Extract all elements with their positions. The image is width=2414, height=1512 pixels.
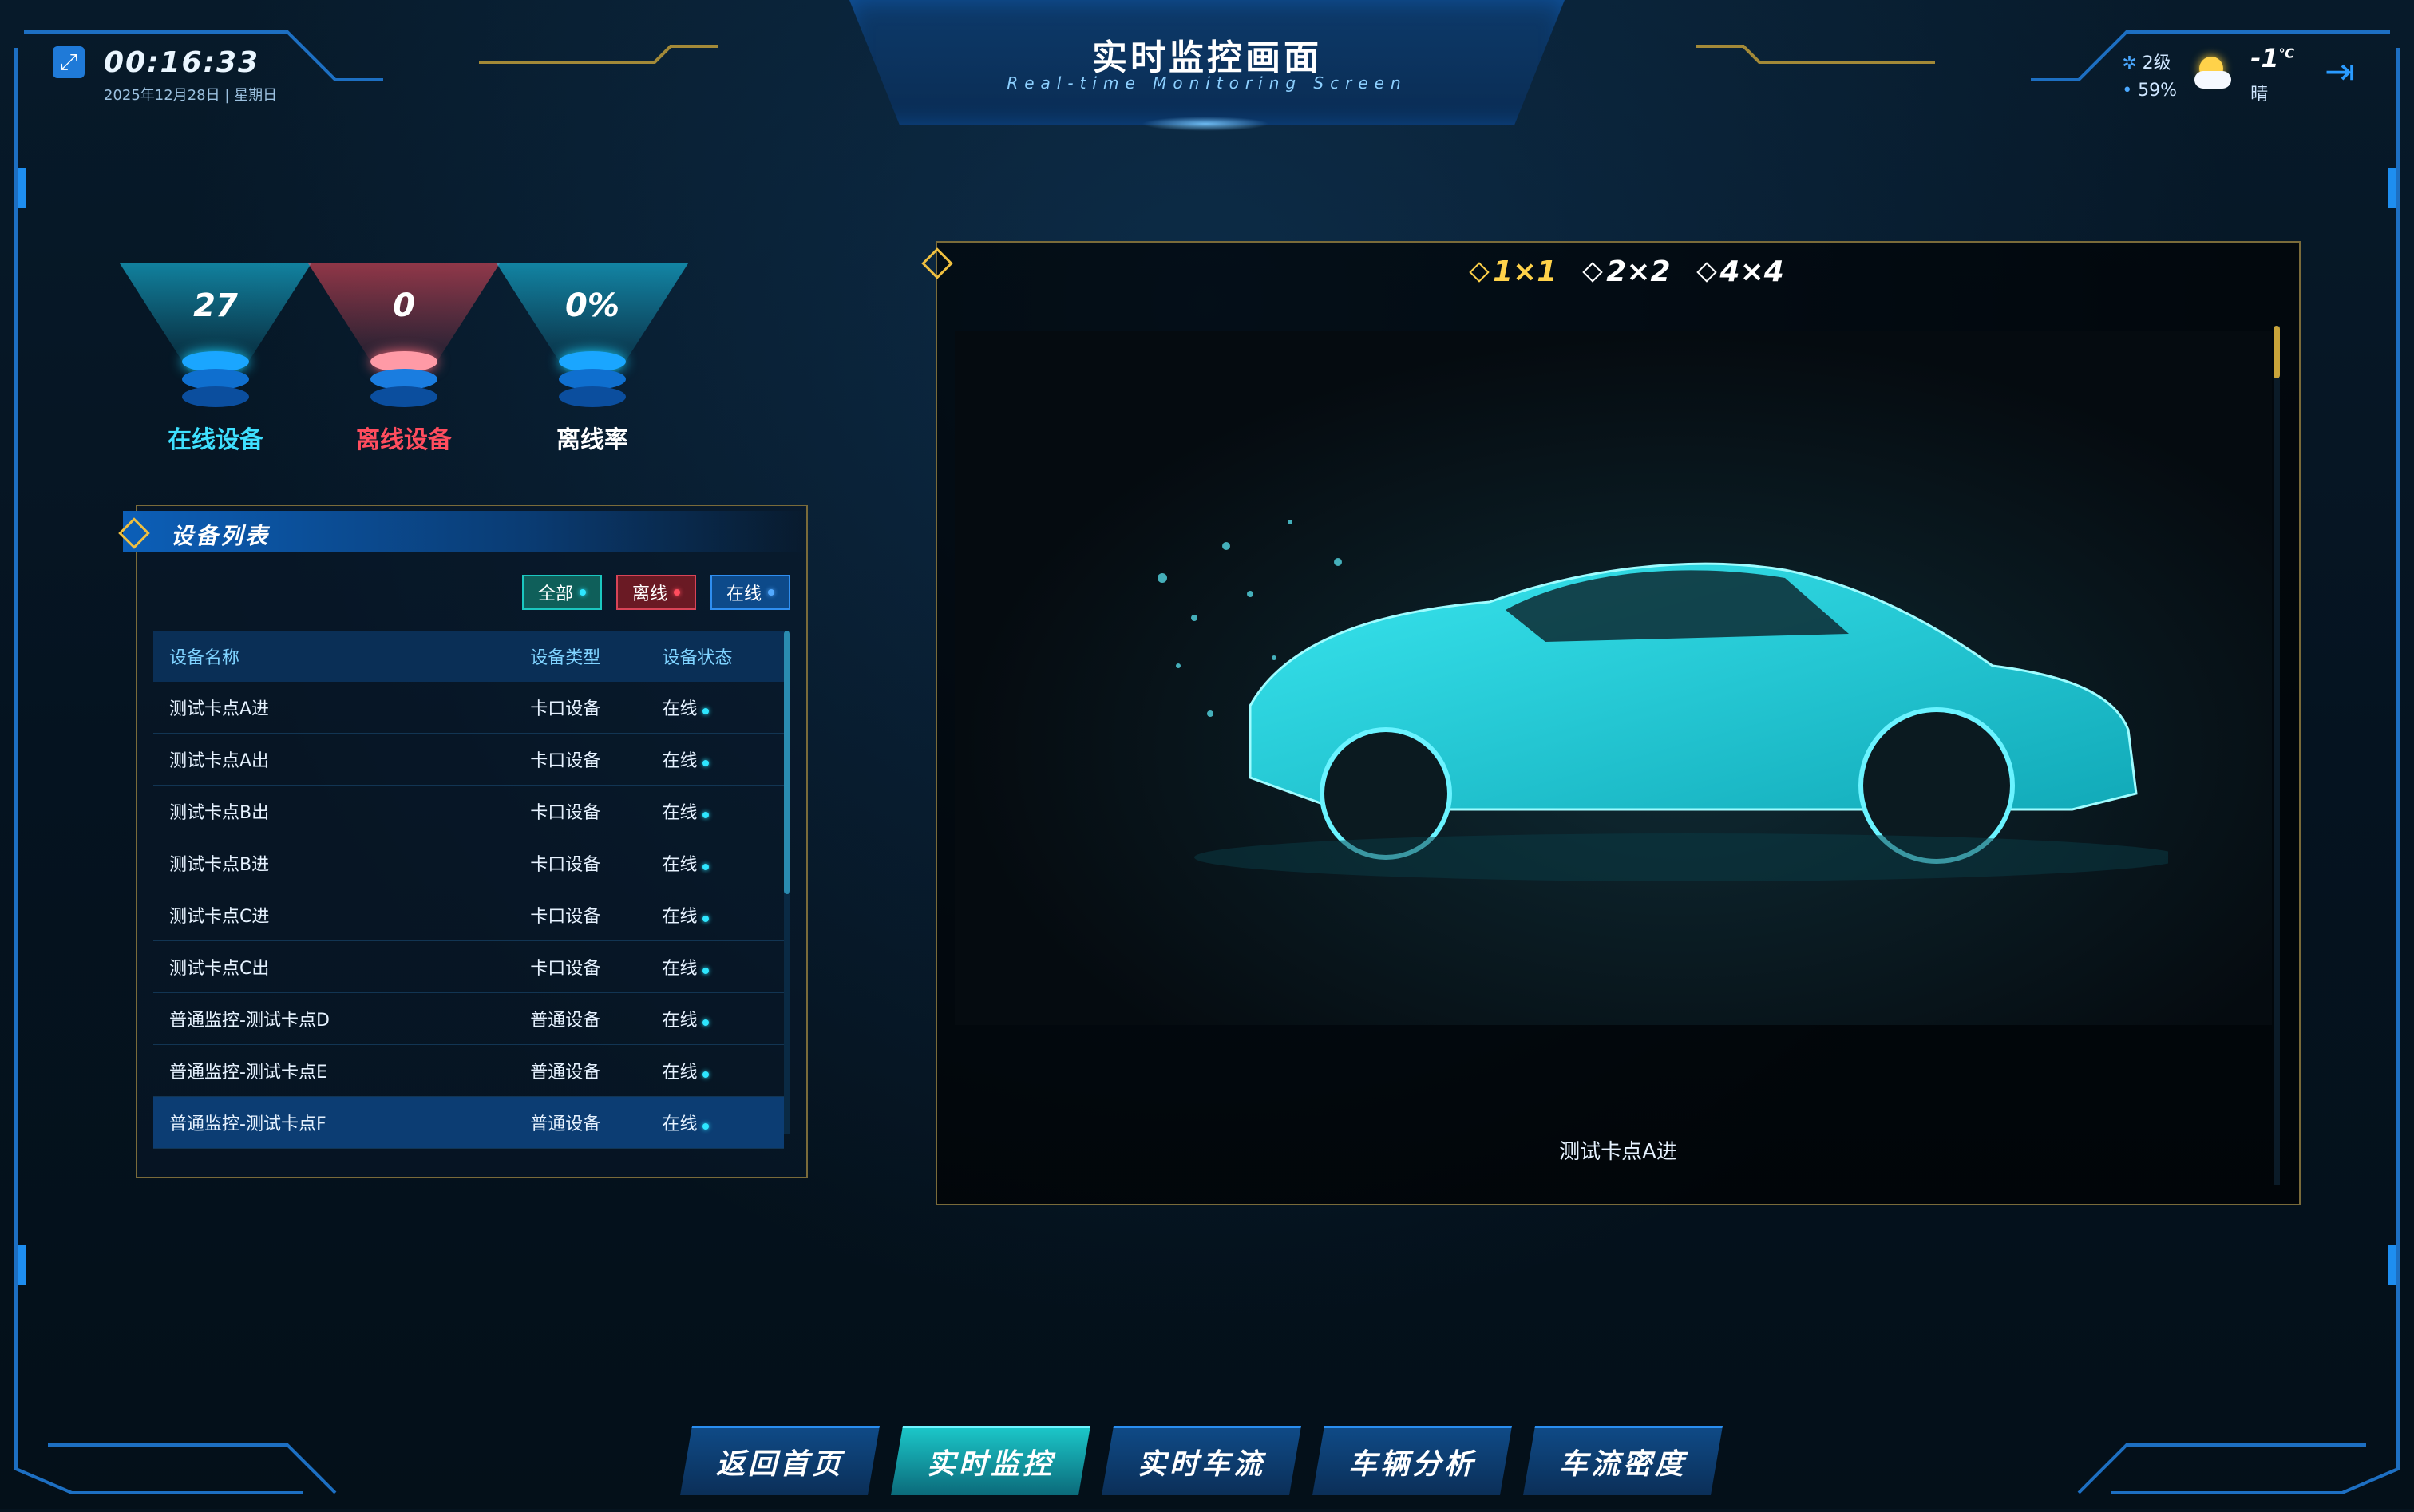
clock-block: ⤢ 00:16:33 2025年12月28日 | 星期日 bbox=[53, 46, 277, 105]
column-header-type: 设备类型 bbox=[514, 631, 647, 682]
stat-rate-label: 离线率 bbox=[556, 426, 628, 454]
camera-label: 测试卡点A进 bbox=[1559, 1140, 1677, 1164]
tab-traffic-density[interactable]: 车流密度 bbox=[1523, 1426, 1723, 1495]
table-row[interactable]: 测试卡点B进 卡口设备 在线 bbox=[153, 837, 784, 889]
video-panel: 1×1 2×2 4×4 测试卡点A进 bbox=[921, 241, 2301, 1205]
video-panel-scrollbar[interactable] bbox=[2274, 326, 2280, 1185]
online-dot-icon bbox=[702, 1123, 710, 1130]
online-dot-icon bbox=[702, 1071, 710, 1078]
column-header-status: 设备状态 bbox=[646, 631, 784, 682]
tab-realtime-monitoring[interactable]: 实时监控 bbox=[891, 1426, 1090, 1495]
layout-switch: 1×1 2×2 4×4 bbox=[1469, 255, 1784, 288]
online-dot-icon bbox=[702, 760, 710, 766]
tab-home[interactable]: 返回首页 bbox=[680, 1426, 880, 1495]
table-row[interactable]: 测试卡点C出 卡口设备 在线 bbox=[153, 940, 784, 993]
stat-offline-value: 0 bbox=[393, 287, 415, 324]
device-list-scrollbar[interactable] bbox=[784, 631, 790, 1134]
stat-offline-devices: 0 离线设备 bbox=[308, 263, 500, 471]
temperature: -1℃ bbox=[2250, 43, 2294, 73]
online-dot-icon bbox=[702, 968, 710, 974]
current-time: 00:16:33 bbox=[104, 46, 260, 79]
video-feed[interactable] bbox=[955, 331, 2272, 1025]
humidity: • 59% bbox=[2122, 80, 2178, 101]
fullscreen-icon[interactable]: ⤢ bbox=[53, 46, 85, 78]
online-dot-icon bbox=[702, 812, 710, 818]
pedestal-icon bbox=[559, 351, 626, 407]
table-row[interactable]: 测试卡点B出 卡口设备 在线 bbox=[153, 785, 784, 837]
pedestal-icon bbox=[182, 351, 249, 407]
current-date: 2025年12月28日 | 星期日 bbox=[104, 87, 278, 104]
page-subtitle: Real-time Monitoring Screen bbox=[1007, 73, 1407, 93]
header-title-plate: 实时监控画面 Real-time Monitoring Screen bbox=[849, 0, 1565, 125]
wind-level: ✲ 2级 bbox=[2122, 53, 2171, 73]
device-table: 设备名称 设备类型 设备状态 测试卡点A进 卡口设备 在线 测试卡点A出 卡口设备 在线… bbox=[153, 631, 784, 1149]
stat-online-value: 27 bbox=[193, 287, 238, 324]
header-glow bbox=[1142, 117, 1269, 131]
table-row[interactable]: 普通监控-测试卡点D 普通设备 在线 bbox=[153, 992, 784, 1045]
partly-sunny-icon bbox=[2191, 52, 2236, 97]
table-row[interactable]: 普通监控-测试卡点E 普通设备 在线 bbox=[153, 1044, 784, 1097]
online-dot-icon bbox=[702, 1019, 710, 1026]
table-row[interactable]: 测试卡点C进 卡口设备 在线 bbox=[153, 889, 784, 941]
device-list-panel: 设备列表 全部 离线 在线 设备名称 设备类型 设备状态 测试卡点A进 卡口设备在… bbox=[118, 505, 808, 1178]
table-row[interactable]: 测试卡点A出 卡口设备 在线 bbox=[153, 733, 784, 786]
online-dot-icon bbox=[702, 916, 710, 922]
device-stats: 27 在线设备 0 离线设备 0% 离线率 bbox=[120, 263, 806, 471]
stat-offline-rate: 0% 离线率 bbox=[497, 263, 688, 471]
layout-4x4-button[interactable]: 4×4 bbox=[1696, 255, 1784, 288]
page-title: 实时监控画面 bbox=[1092, 38, 1322, 78]
table-row[interactable]: 测试卡点A进 卡口设备 在线 bbox=[153, 682, 784, 734]
weather-widget: ✲ 2级 • 59% -1℃ 晴 bbox=[2122, 43, 2294, 105]
online-dot-icon bbox=[702, 864, 710, 870]
tab-vehicle-analysis[interactable]: 车辆分析 bbox=[1312, 1426, 1512, 1495]
layout-2x2-button[interactable]: 2×2 bbox=[1582, 255, 1671, 288]
stat-online-devices: 27 在线设备 bbox=[120, 263, 311, 471]
filter-online-button[interactable]: 在线 bbox=[710, 575, 790, 610]
stat-rate-value: 0% bbox=[565, 287, 619, 324]
table-row-selected[interactable]: 普通监控-测试卡点F 普通设备 在线 bbox=[153, 1096, 784, 1149]
tab-realtime-traffic[interactable]: 实时车流 bbox=[1102, 1426, 1301, 1495]
car-image bbox=[1158, 520, 2168, 881]
pedestal-icon bbox=[370, 351, 437, 407]
device-filters: 全部 离线 在线 bbox=[521, 575, 790, 610]
bottom-nav: 返回首页 实时监控 实时车流 车辆分析 车流密度 bbox=[680, 1426, 1723, 1495]
weather-condition: 晴 bbox=[2250, 85, 2269, 105]
layout-1x1-button[interactable]: 1×1 bbox=[1469, 255, 1557, 288]
diamond-icon bbox=[118, 517, 150, 549]
online-dot-icon bbox=[702, 708, 710, 714]
logout-icon[interactable]: ⇥ bbox=[2325, 49, 2368, 93]
device-list-title: 设备列表 bbox=[171, 523, 271, 549]
filter-all-button[interactable]: 全部 bbox=[521, 575, 602, 610]
stat-offline-label: 离线设备 bbox=[356, 426, 452, 454]
device-list-header: 设备列表 bbox=[118, 511, 808, 552]
stat-online-label: 在线设备 bbox=[168, 426, 263, 454]
filter-offline-button[interactable]: 离线 bbox=[615, 575, 696, 610]
column-header-name: 设备名称 bbox=[153, 631, 515, 682]
